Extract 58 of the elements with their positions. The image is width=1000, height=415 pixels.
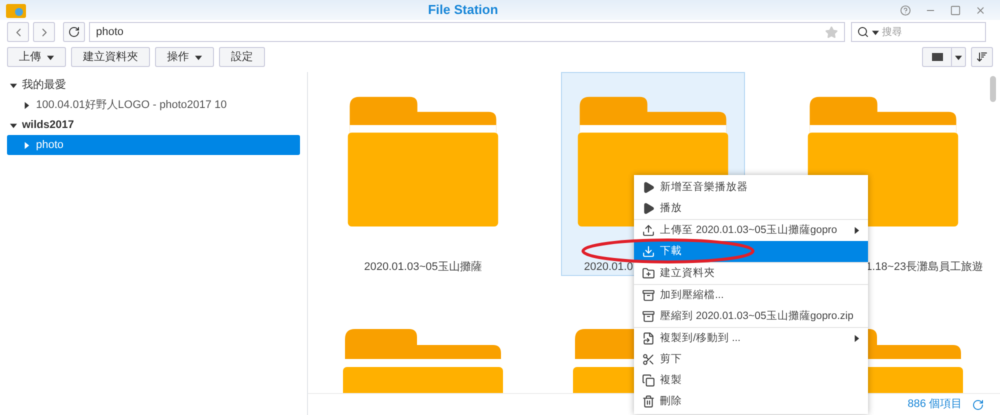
play-icon: [642, 181, 655, 194]
menu-item[interactable]: 複製到/移動到 ...: [634, 328, 868, 349]
caret-icon[interactable]: [955, 54, 962, 60]
caret-icon[interactable]: [853, 335, 860, 342]
archive-icon: [642, 310, 655, 323]
caret-icon[interactable]: [23, 102, 30, 108]
caret-icon[interactable]: [195, 54, 202, 60]
menu-item[interactable]: 下載: [634, 241, 868, 262]
forward-button[interactable]: [33, 22, 55, 42]
tree-item[interactable]: photo: [7, 135, 300, 155]
scrollbar[interactable]: [990, 76, 996, 102]
sort-icon[interactable]: [976, 51, 988, 63]
tree-label: 我的最愛: [22, 78, 66, 93]
star-icon[interactable]: [825, 26, 838, 38]
tree-label: wilds2017: [22, 118, 74, 133]
caret-icon[interactable]: [10, 122, 17, 128]
menu-item[interactable]: 刪除: [634, 391, 868, 412]
caret-icon[interactable]: [10, 82, 17, 88]
folder-search-icon: [6, 2, 26, 18]
menu-item[interactable]: 加到壓縮檔...: [634, 285, 868, 306]
close-icon[interactable]: [975, 4, 986, 16]
toolbar-button[interactable]: 上傳: [7, 47, 66, 67]
folder-name: 2020.01.03~05玉山攤薩: [364, 260, 482, 274]
folder-name: 1.18~23長灘島員工旅遊: [866, 260, 984, 274]
tree-item[interactable]: 100.04.01好野人LOGO - photo2017 10: [7, 95, 300, 115]
path-field[interactable]: photo: [89, 22, 845, 42]
folder-name: 2020.01.0: [584, 260, 633, 274]
upload-icon: [642, 224, 655, 237]
file-arrow-icon: [642, 332, 655, 345]
thumbnail-view-icon[interactable]: [932, 53, 942, 61]
sort-button[interactable]: [971, 47, 993, 67]
caret-icon[interactable]: [872, 28, 879, 36]
menu-item[interactable]: 建立資料夾: [634, 263, 868, 284]
search-icon[interactable]: [857, 26, 869, 38]
tree-item[interactable]: wilds2017: [7, 115, 300, 135]
menu-item[interactable]: 複製: [634, 370, 868, 391]
maximize-icon[interactable]: [950, 4, 961, 16]
toolbar-button[interactable]: 操作: [155, 47, 214, 67]
menu-item[interactable]: 剪下: [634, 349, 868, 370]
tree-item[interactable]: 我的最愛: [7, 75, 300, 95]
item-count: 886 個項目: [908, 397, 962, 412]
refresh-button[interactable]: [63, 22, 85, 42]
download-icon: [642, 245, 655, 258]
archive-icon: [642, 289, 655, 302]
folder-plus-icon: [642, 267, 655, 280]
trash-icon: [642, 395, 655, 408]
play-icon: [642, 202, 655, 215]
copy-icon: [642, 374, 655, 387]
toolbar-button[interactable]: 建立資料夾: [71, 47, 150, 67]
menu-item[interactable]: 壓縮到 2020.01.03~05玉山攤薩gopro.zip: [634, 306, 868, 327]
toolbar-button[interactable]: 設定: [219, 47, 265, 67]
help-icon[interactable]: [900, 4, 911, 16]
view-mode-button[interactable]: [922, 47, 966, 67]
back-button[interactable]: [7, 22, 29, 42]
scissors-icon: [642, 353, 655, 366]
refresh-icon[interactable]: [68, 26, 80, 38]
window-title: File Station: [428, 1, 498, 20]
caret-icon[interactable]: [47, 54, 54, 60]
